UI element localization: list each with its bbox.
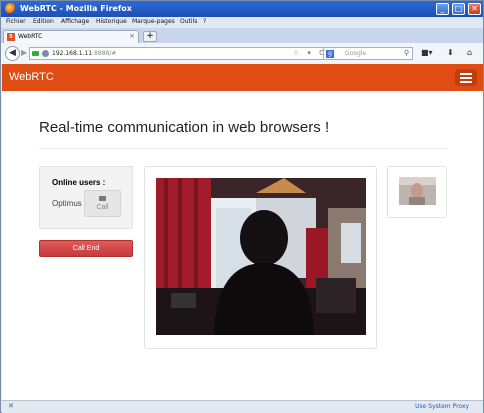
download-icon[interactable]: ⬇: [447, 48, 454, 57]
menu-marque-pages[interactable]: Marque-pages: [132, 18, 175, 25]
status-close-icon[interactable]: ✕: [8, 402, 14, 410]
maximize-button[interactable]: □: [452, 3, 465, 15]
close-window-button[interactable]: ✕: [468, 3, 481, 15]
video-camera-icon: [99, 196, 106, 201]
tab-bar: 5 WebRTC × +: [1, 28, 483, 43]
search-engine-icon[interactable]: g: [326, 50, 334, 58]
tab-close-icon[interactable]: ×: [129, 32, 135, 40]
site-identity-icon[interactable]: [42, 50, 49, 57]
home-icon[interactable]: ⌂: [467, 48, 472, 57]
forward-button[interactable]: ▶: [21, 48, 27, 57]
title-bar: WebRTC - Mozilla Firefox _ □ ✕: [1, 1, 483, 17]
menu-bar: Fichier Edition Affichage Historique Mar…: [1, 17, 483, 28]
call-end-button[interactable]: Call End: [39, 240, 133, 257]
call-button-label: Call: [96, 204, 109, 211]
camera-menu-icon[interactable]: ■▾: [421, 48, 433, 57]
system-proxy-link[interactable]: Use System Proxy: [415, 403, 469, 410]
tab-webrtc[interactable]: 5 WebRTC ×: [3, 30, 139, 43]
menu-fichier[interactable]: Fichier: [6, 18, 26, 25]
back-button[interactable]: ◀: [5, 46, 20, 61]
user-name: Optimus: [52, 199, 82, 208]
html5-icon: 5: [7, 33, 15, 41]
online-users-panel: Online users : Optimus Call: [39, 166, 133, 229]
video-frame-image: [156, 178, 366, 335]
local-video-panel: [387, 166, 447, 218]
page-content: Real-time communication in web browsers …: [2, 91, 483, 400]
menu-outils[interactable]: Outils: [180, 18, 197, 25]
address-path: :8888/#: [92, 50, 117, 57]
navigation-bar: ◀ ▶ 192.168.1.11:8888/# ☆ ▾ C g Google ⚲…: [1, 43, 483, 65]
search-box[interactable]: g Google ⚲: [323, 47, 413, 60]
hamburger-menu-icon[interactable]: [455, 69, 477, 86]
tab-label: WebRTC: [18, 33, 43, 40]
window-title: WebRTC - Mozilla Firefox: [20, 4, 132, 13]
page-title: Real-time communication in web browsers …: [39, 119, 330, 136]
remote-video[interactable]: [156, 178, 366, 335]
search-placeholder: Google: [345, 50, 367, 57]
divider: [39, 148, 446, 149]
menu-edition[interactable]: Edition: [33, 18, 54, 25]
browser-window: WebRTC - Mozilla Firefox _ □ ✕ Fichier E…: [0, 0, 484, 413]
remote-video-panel: [144, 166, 377, 349]
minimize-button[interactable]: _: [436, 3, 449, 15]
bookmark-reload-icons[interactable]: ☆ ▾ C: [293, 49, 327, 57]
search-icon[interactable]: ⚲: [404, 49, 409, 57]
address-host: 192.168.1.11: [52, 50, 93, 57]
online-users-heading: Online users :: [52, 178, 106, 187]
address-bar[interactable]: 192.168.1.11:8888/# ☆ ▾ C: [29, 47, 331, 60]
status-bar: ✕ Use System Proxy: [2, 400, 483, 413]
local-video[interactable]: [399, 177, 436, 205]
brand-logo[interactable]: WebRTC: [9, 71, 54, 83]
menu-affichage[interactable]: Affichage: [61, 18, 89, 25]
menu-historique[interactable]: Historique: [96, 18, 127, 25]
menu-help[interactable]: ?: [203, 18, 206, 25]
new-tab-button[interactable]: +: [143, 31, 157, 42]
app-header: WebRTC: [2, 64, 483, 91]
local-video-frame-image: [399, 177, 436, 205]
camera-sharing-icon[interactable]: [32, 51, 39, 56]
call-button[interactable]: Call: [84, 190, 121, 217]
firefox-icon: [5, 3, 16, 14]
address-text: 192.168.1.11:8888/#: [52, 50, 116, 57]
